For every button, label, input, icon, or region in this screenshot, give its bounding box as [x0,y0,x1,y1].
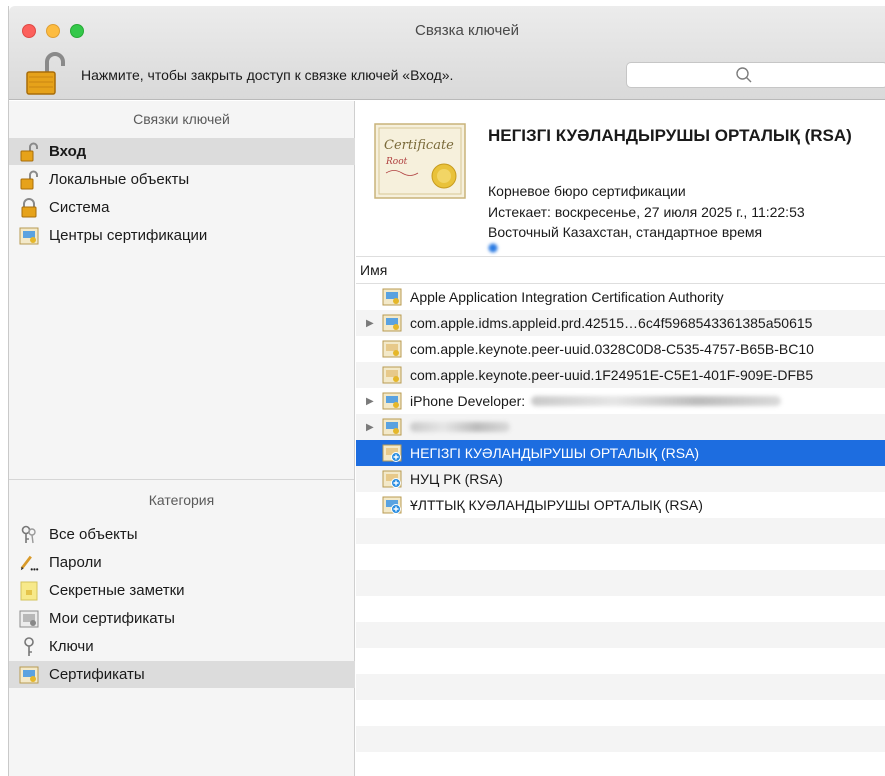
cert-icon [382,392,402,410]
list-item[interactable]: НУЦ РК (RSA) [356,466,885,492]
list-item-label: НУЦ РК (RSA) [410,471,503,487]
sidebar-item-certificate-authorities[interactable]: Центры сертификации [9,222,355,249]
sidebar-item-label: Локальные объекты [49,171,190,188]
certificate-title: НЕГІЗГІ КУӘЛАНДЫРУШЫ ОРТАЛЫҚ (RSA) [488,126,852,145]
sidebar-item-secure-notes[interactable]: Секретные заметки [9,577,355,604]
sidebar-item-all-items[interactable]: Все объекты [9,521,355,548]
sidebar-item-system[interactable]: Система [9,194,355,221]
sidebar-item-label: Секретные заметки [49,582,185,599]
column-header-label: Имя [360,262,388,278]
unlocked-padlock-icon [19,170,39,190]
root-cert-icon [382,470,402,488]
sidebar: Связки ключей Вход Локальные объекты Сис… [9,101,355,776]
disclosure-triangle-icon[interactable]: ▶ [366,396,378,407]
list-item[interactable]: ▶ com.apple.idms.appleid.prd.42515…6c4f5… [356,310,885,336]
certificate-expires: Истекает: воскресенье, 27 июля 2025 г., … [488,204,805,220]
disclosure-triangle-icon[interactable]: ▶ [366,422,378,433]
category-header: Категория [148,492,215,508]
list-item-label: com.apple.keynote.peer-uuid.1F24951E-C5E… [410,367,814,383]
locked-padlock-icon [19,197,39,218]
disclosure-triangle-icon[interactable]: ▶ [366,318,378,329]
titlebar: Связка ключей Нажмите, чтобы закрыть дос… [9,6,885,100]
list-item[interactable]: Apple Application Integration Certificat… [356,284,885,310]
redacted-text [531,396,782,406]
pencil-icon [19,553,39,573]
list-item[interactable]: com.apple.keynote.peer-uuid.1F24951E-C5E… [356,362,885,388]
sidebar-item-my-certificates[interactable]: Мои сертификаты [9,605,355,632]
certificate-icon [19,226,39,246]
list-item-selected[interactable]: НЕГІЗГІ КУӘЛАНДЫРУШЫ ОРТАЛЫҚ (RSA) [356,440,885,466]
sidebar-item-label: Сертификаты [49,666,145,683]
sidebar-divider[interactable] [9,479,354,480]
keychain-window: Связка ключей Нажмите, чтобы закрыть дос… [8,6,885,776]
key-icon [19,636,39,657]
svg-text:Certificate: Certificate [384,138,454,153]
sidebar-item-label: Система [49,199,110,216]
cert-icon [382,418,402,436]
cert-icon [382,314,402,332]
list-item[interactable]: ▶ [356,414,885,440]
unlocked-padlock-icon[interactable] [23,50,69,96]
certificate-preview-icon: Certificate Root [374,123,466,199]
sidebar-item-label: Мои сертификаты [49,610,175,627]
sidebar-item-login[interactable]: Вход [9,138,355,165]
certificate-icon [19,665,39,685]
secure-note-icon [19,581,39,601]
unlocked-padlock-icon [19,142,39,162]
lock-message[interactable]: Нажмите, чтобы закрыть доступ к связке к… [81,67,453,83]
search-field[interactable] [626,62,885,88]
list-item-label: com.apple.keynote.peer-uuid.0328C0D8-C53… [410,341,814,357]
my-certificate-icon [19,609,39,629]
root-cert-icon [382,496,402,514]
certificate-kind: Корневое бюро сертификации [488,183,686,199]
list-item[interactable]: ▶ iPhone Developer: [356,388,885,414]
search-icon [736,67,752,83]
svg-text:Root: Root [385,157,408,167]
list-item[interactable]: com.apple.keynote.peer-uuid.0328C0D8-C53… [356,336,885,362]
sidebar-item-label: Вход [49,143,87,160]
cert-icon [382,340,402,358]
trust-status-icon [488,243,498,253]
sidebar-item-passwords[interactable]: Пароли [9,549,355,576]
list-item-label: НЕГІЗГІ КУӘЛАНДЫРУШЫ ОРТАЛЫҚ (RSA) [410,445,700,461]
list-item-label: ҰЛТТЫҚ КУӘЛАНДЫРУШЫ ОРТАЛЫҚ (RSA) [410,497,703,513]
list-item[interactable]: ҰЛТТЫҚ КУӘЛАНДЫРУШЫ ОРТАЛЫҚ (RSA) [356,492,885,518]
redacted-text [410,422,510,432]
sidebar-item-label: Центры сертификации [49,227,208,244]
sidebar-item-local-items[interactable]: Локальные объекты [9,166,355,193]
sidebar-item-certificates[interactable]: Сертификаты [9,661,355,688]
column-header-name[interactable]: Имя [356,256,885,284]
cert-icon [382,366,402,384]
root-cert-icon [382,444,402,462]
window-title: Связка ключей [415,22,519,39]
list-item-label: iPhone Developer: [410,393,526,409]
certificate-timezone: Восточный Казахстан, стандартное время [488,224,763,240]
sidebar-item-label: Пароли [49,554,102,571]
certificate-list: Apple Application Integration Certificat… [356,284,885,776]
sidebar-item-label: Ключи [49,638,94,655]
keys-icon [19,525,39,545]
sidebar-item-label: Все объекты [49,526,138,543]
list-item-label: com.apple.idms.appleid.prd.42515…6c4f596… [410,315,813,331]
cert-icon [382,288,402,306]
certificate-trust-status [488,241,498,256]
list-item-label: Apple Application Integration Certificat… [410,289,724,305]
keychains-header: Связки ключей [133,111,230,127]
certificate-detail-panel: Certificate Root НЕГІЗГІ КУӘЛАНДЫРУШЫ ОР… [356,101,885,256]
sidebar-item-keys[interactable]: Ключи [9,633,355,660]
